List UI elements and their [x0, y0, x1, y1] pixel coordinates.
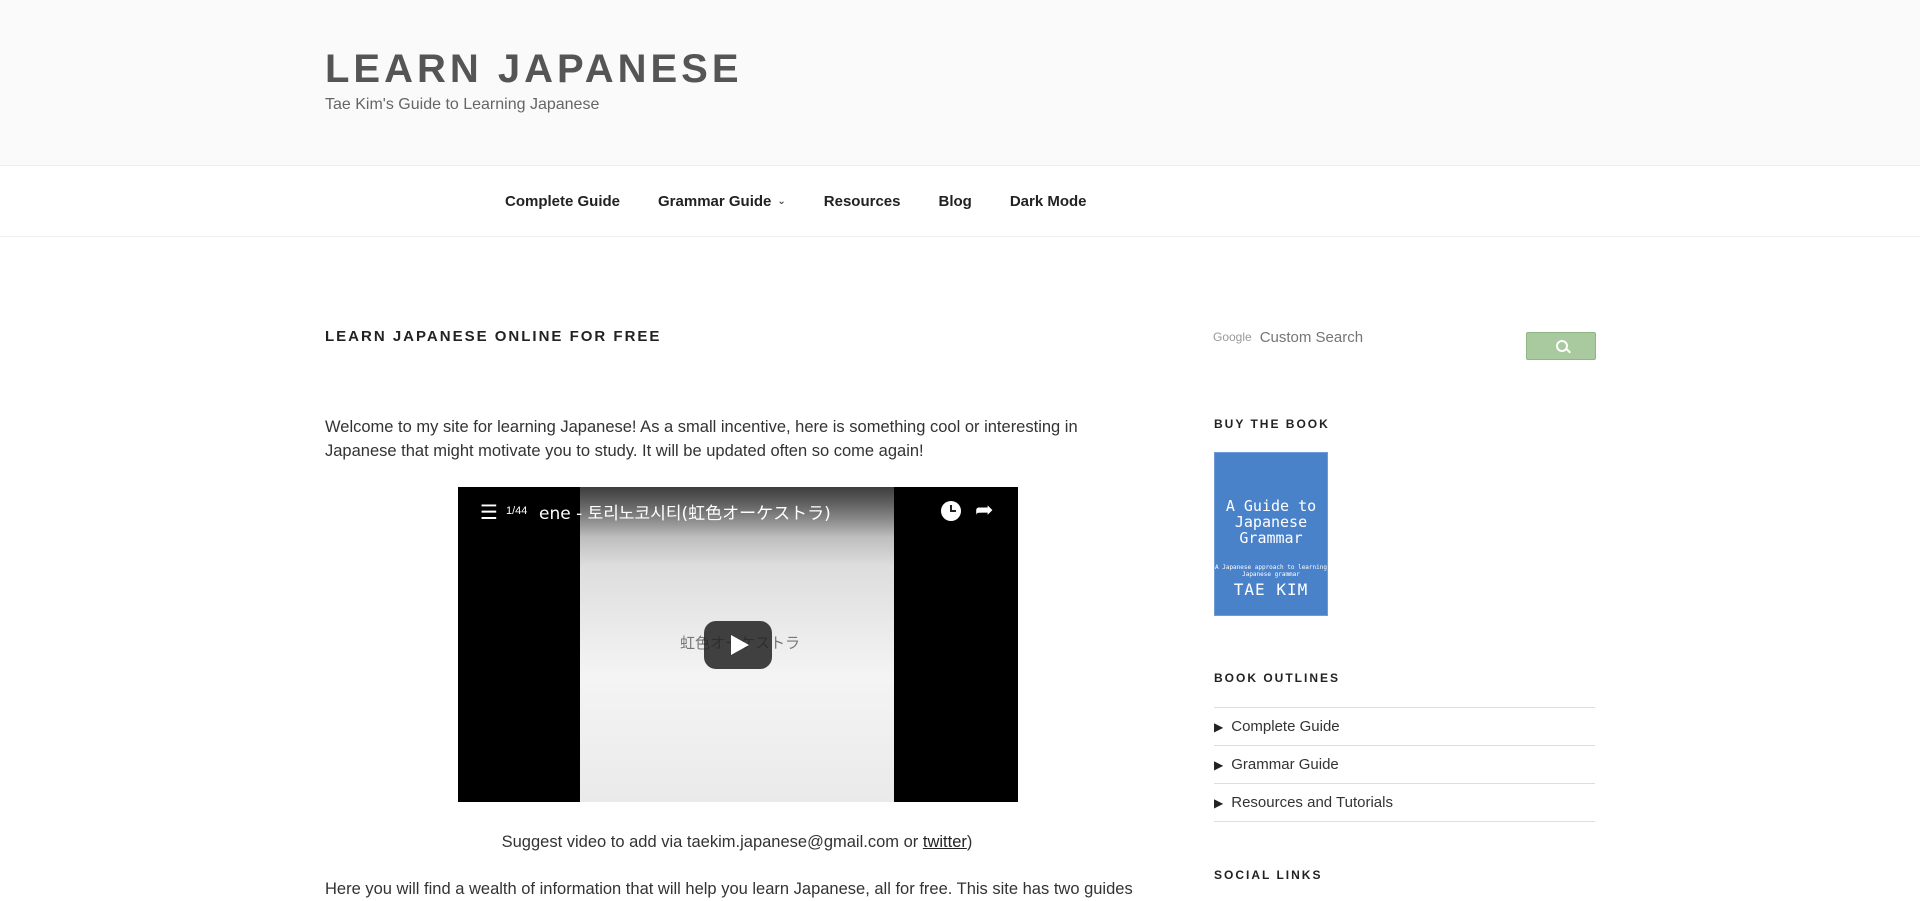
page-heading: LEARN JAPANESE ONLINE FOR FREE [325, 328, 662, 345]
nav-item-complete-guide[interactable]: Complete Guide [505, 193, 620, 210]
nav-item-blog[interactable]: Blog [939, 193, 972, 210]
outline-item-complete-guide[interactable]: ▶ Complete Guide [1214, 708, 1595, 746]
site-header: LEARN JAPANESE Tae Kim's Guide to Learni… [0, 0, 1920, 166]
book-cover-author: TAE KIM [1233, 580, 1309, 599]
outline-item-grammar-guide[interactable]: ▶ Grammar Guide [1214, 746, 1595, 784]
triangle-right-icon: ▶ [1214, 795, 1224, 810]
suggest-suffix: ) [966, 833, 973, 851]
outline-label: Complete Guide [1231, 718, 1340, 735]
nav-item-dark-mode[interactable]: Dark Mode [1010, 193, 1087, 210]
suggest-prefix: Suggest video to add via taekim.japanese… [501, 833, 923, 851]
chevron-down-icon: ⌄ [777, 195, 786, 207]
video-title[interactable]: ene - 토리노코시티(虹色オーケストラ) [539, 499, 831, 524]
book-outlines-list: ▶ Complete Guide ▶ Grammar Guide ▶ Resource… [1214, 707, 1595, 822]
triangle-right-icon: ▶ [1214, 757, 1224, 772]
nav-item-resources[interactable]: Resources [824, 193, 901, 210]
playlist-count: 1/44 [506, 505, 528, 517]
nav-item-label: Grammar Guide [658, 192, 772, 210]
search-button[interactable] [1526, 332, 1596, 360]
outline-label: Resources and Tutorials [1231, 794, 1393, 811]
main-navigation: Complete Guide Grammar Guide ⌄ Resources … [0, 166, 1920, 237]
outline-label: Grammar Guide [1231, 756, 1339, 773]
search-icon [1556, 340, 1568, 352]
triangle-right-icon: ▶ [1214, 719, 1224, 734]
share-icon[interactable]: ➦ [975, 497, 993, 523]
twitter-link[interactable]: twitter [923, 833, 967, 851]
outline-item-resources[interactable]: ▶ Resources and Tutorials [1214, 784, 1595, 822]
video-embed[interactable]: 虹色オーケストラ ☰ 1/44 ene - 토리노코시티(虹色オーケストラ) ➦ [458, 487, 1018, 802]
clock-icon[interactable] [941, 501, 961, 521]
intro-paragraph: Welcome to my site for learning Japanese… [325, 418, 1078, 460]
custom-search: Google [1213, 322, 1513, 352]
playlist-icon[interactable]: ☰ [480, 500, 498, 525]
social-links-title: SOCIAL LINKS [1214, 868, 1323, 882]
nav-item-label: Blog [938, 192, 972, 210]
wealth-paragraph: Here you will find a wealth of informati… [325, 880, 1133, 898]
site-tagline: Tae Kim's Guide to Learning Japanese [325, 96, 600, 113]
site-title[interactable]: LEARN JAPANESE [325, 47, 743, 92]
nav-item-label: Dark Mode [1009, 192, 1087, 210]
play-icon[interactable] [704, 621, 772, 669]
suggest-video-text: Suggest video to add via taekim.japanese… [325, 833, 1149, 852]
google-brand: Google [1213, 330, 1252, 344]
book-cover-title: A Guide to Japanese Grammar [1225, 497, 1317, 547]
buy-book-title: BUY THE BOOK [1214, 417, 1330, 431]
book-cover-subtitle: A Japanese approach to learning Japanese… [1215, 564, 1327, 578]
book-cover-image[interactable]: A Guide to Japanese Grammar A Japanese a… [1214, 452, 1328, 616]
nav-list: Complete Guide Grammar Guide ⌄ Resources … [505, 166, 1125, 236]
search-input[interactable] [1257, 327, 1512, 347]
book-outlines-title: BOOK OUTLINES [1214, 671, 1341, 685]
nav-item-label: Complete Guide [505, 192, 621, 210]
nav-item-grammar-guide[interactable]: Grammar Guide ⌄ [658, 193, 786, 210]
nav-item-label: Resources [823, 192, 901, 210]
